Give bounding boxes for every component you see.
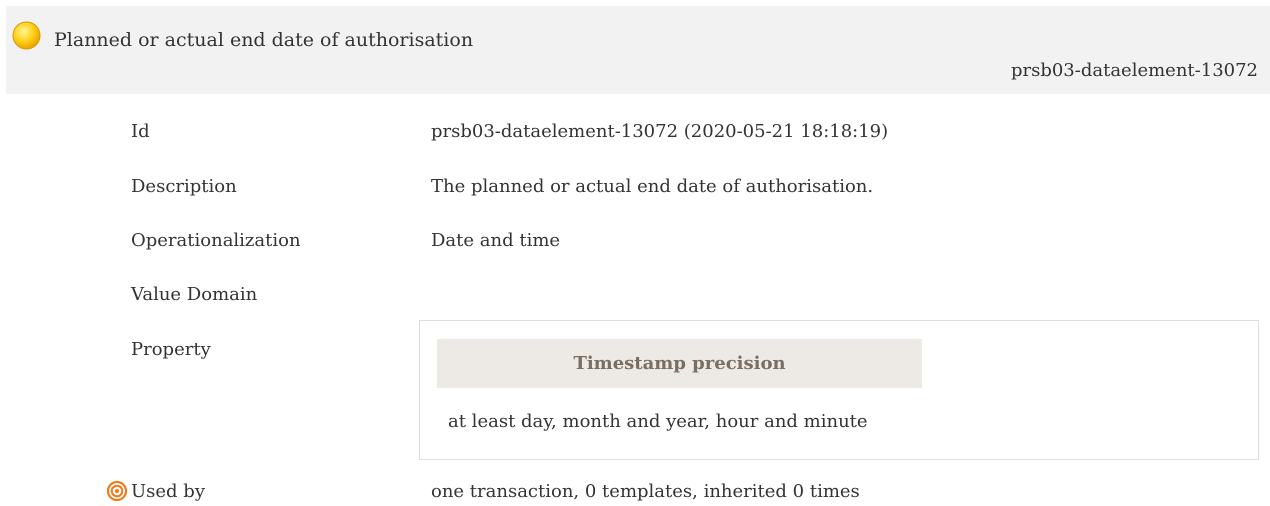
element-id: prsb03-dataelement-13072 — [1010, 60, 1258, 81]
target-icon — [107, 481, 127, 501]
concept-header: Planned or actual end date of authorisat… — [6, 6, 1270, 94]
value-domain-label: Value Domain — [131, 284, 258, 305]
operationalization-label: Operationalization — [131, 230, 301, 251]
used-by-label: Used by — [131, 481, 205, 502]
id-value: prsb03-dataelement-13072 (2020-05-21 18:… — [431, 121, 889, 142]
id-label: Id — [131, 121, 150, 142]
description-value: The planned or actual end date of author… — [431, 176, 874, 197]
property-header: Timestamp precision — [437, 339, 922, 388]
used-by-value: one transaction, 0 templates, inherited … — [431, 481, 860, 502]
property-box: Timestamp precision at least day, month … — [419, 320, 1259, 460]
status-circle-icon — [12, 21, 41, 50]
property-label: Property — [131, 339, 211, 360]
property-value: at least day, month and year, hour and m… — [448, 411, 868, 432]
description-label: Description — [131, 176, 237, 197]
operationalization-value: Date and time — [431, 230, 561, 251]
page-title: Planned or actual end date of authorisat… — [54, 29, 474, 51]
